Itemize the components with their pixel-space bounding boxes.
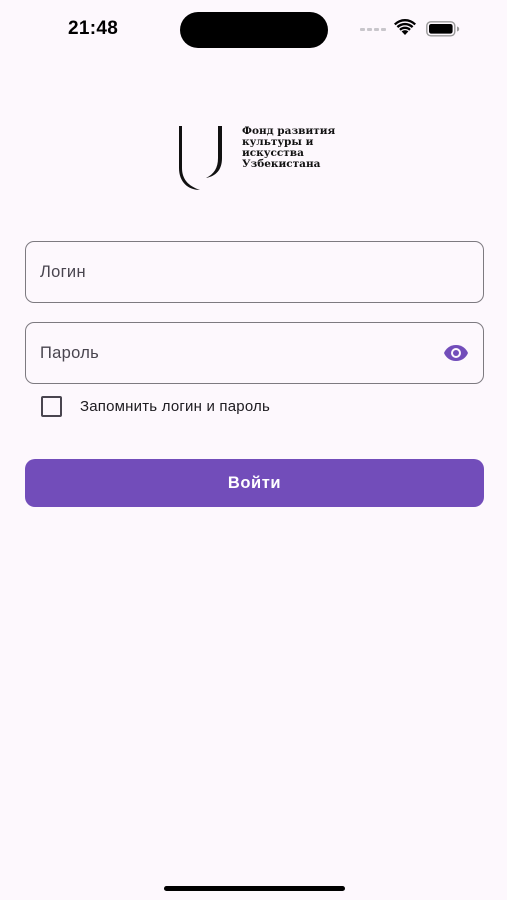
wifi-icon (394, 19, 416, 35)
remember-me-label[interactable]: Запомнить логин и пароль (80, 398, 270, 415)
home-indicator (164, 886, 345, 891)
cellular-signal-icon (360, 28, 386, 31)
remember-me-row[interactable]: Запомнить логин и пароль (41, 396, 270, 417)
status-bar: 21:48 (0, 0, 507, 58)
foundation-name: Фонд развития культуры и искусства Узбек… (242, 126, 352, 170)
foundation-name-line: Узбекистана (242, 158, 321, 170)
battery-icon (426, 21, 460, 37)
login-button[interactable]: Войти (25, 459, 484, 507)
remember-me-checkbox[interactable] (41, 396, 62, 417)
dynamic-island (180, 12, 328, 48)
password-visibility-toggle[interactable] (443, 344, 469, 362)
password-input[interactable] (40, 343, 443, 363)
password-field[interactable] (25, 322, 484, 384)
foundation-logo-icon (179, 126, 222, 190)
login-input[interactable] (40, 262, 469, 282)
foundation-logo: Фонд развития культуры и искусства Узбек… (176, 124, 356, 194)
eye-icon[interactable] (443, 344, 469, 362)
status-time: 21:48 (68, 18, 119, 39)
login-field[interactable] (25, 241, 484, 303)
